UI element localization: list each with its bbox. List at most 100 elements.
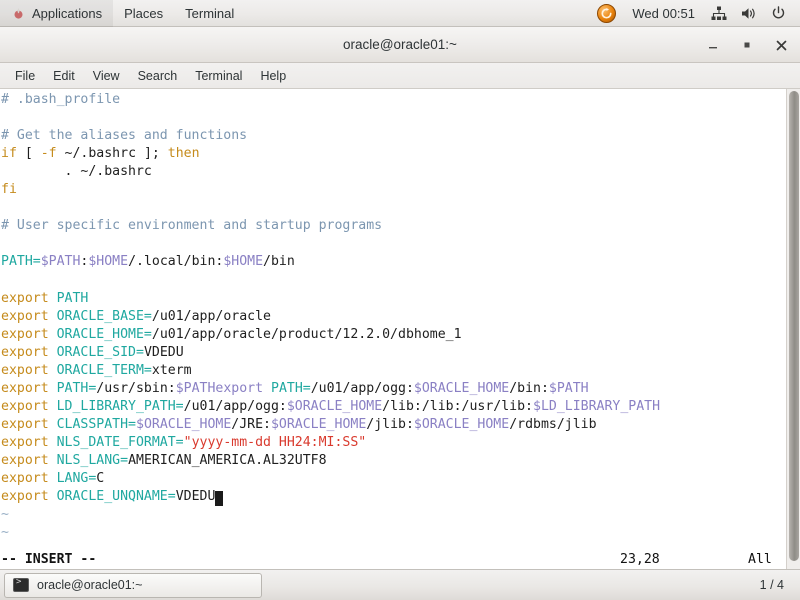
terminal-span: export	[1, 489, 49, 505]
window-title: oracle@oracle01:~	[343, 37, 457, 52]
terminal-span: ~	[1, 507, 9, 523]
terminal-line: export ORACLE_HOME=/u01/app/oracle/produ…	[1, 326, 786, 344]
menu-search-label: Search	[137, 68, 178, 83]
terminal-span: PATH=	[1, 254, 41, 270]
terminal-line: export NLS_LANG=AMERICAN_AMERICA.AL32UTF…	[1, 452, 786, 470]
terminal-line: export CLASSPATH=$ORACLE_HOME/JRE:$ORACL…	[1, 416, 786, 434]
terminal-span	[49, 345, 57, 360]
terminal-span: export	[1, 434, 49, 450]
menu-view[interactable]: View	[84, 63, 129, 89]
scrollbar-thumb[interactable]	[789, 91, 799, 561]
terminal-span: /JRE:	[231, 416, 271, 432]
terminal-span: AMERICAN_AMERICA.AL32UTF8	[128, 452, 327, 468]
terminal-span: ORACLE_TERM=	[56, 362, 152, 378]
terminal-span: $ORACLE_HOME	[286, 398, 383, 414]
terminal-span: then	[167, 146, 200, 162]
menu-file-label: File	[15, 68, 36, 83]
terminal-span: $ORACLE_HOME	[413, 416, 510, 432]
taskbar-window-button[interactable]: oracle@oracle01:~	[4, 572, 262, 598]
terminal-line: export ORACLE_SID=VDEDU	[1, 344, 786, 362]
terminal-span: fi	[1, 182, 17, 198]
terminal-span: $LD_LIBRARY_PATH	[533, 398, 661, 414]
terminal-span: -f	[40, 146, 57, 162]
terminal-line: export LD_LIBRARY_PATH=/u01/app/ogg:$ORA…	[1, 398, 786, 416]
terminal-area: # .bash_profile # Get the aliases and fu…	[0, 89, 800, 569]
terminal-span: PATH=	[271, 380, 311, 396]
terminal-scrollbar[interactable]	[786, 89, 800, 569]
clock-label: Wed 00:51	[632, 5, 695, 21]
network-icon[interactable]	[705, 0, 733, 27]
menubar: File Edit View Search Terminal Help	[0, 63, 800, 89]
terminal-text-buffer[interactable]: # .bash_profile # Get the aliases and fu…	[0, 89, 786, 569]
terminal-span: $PATH	[548, 380, 589, 396]
terminal-span: $ORACLE_HOME	[136, 416, 232, 432]
terminal-span: export	[1, 380, 49, 396]
terminal-line: PATH=$PATH:$HOME/.local/bin:$HOME/bin	[1, 253, 786, 271]
terminal-span	[49, 471, 57, 486]
panel-menu-terminal[interactable]: Terminal	[174, 0, 245, 27]
minimize-button[interactable]	[704, 36, 722, 54]
clock[interactable]: Wed 00:51	[624, 0, 703, 27]
terminal-span: ORACLE_HOME=	[56, 326, 152, 342]
menu-file[interactable]: File	[6, 63, 44, 89]
terminal-span: VDEDU	[175, 489, 216, 505]
terminal-span: /u01/app/ogg:	[183, 398, 287, 414]
terminal-line: fi	[1, 181, 786, 199]
terminal-span: . ~/.bashrc	[1, 164, 152, 180]
terminal-window: oracle@oracle01:~ File Edit View Search …	[0, 27, 800, 569]
gnome-top-panel: Applications Places Terminal Wed 00:51	[0, 0, 800, 27]
terminal-span: $ORACLE_HOME	[270, 416, 367, 432]
power-icon[interactable]	[765, 0, 792, 27]
workspace-label: 1 / 4	[759, 578, 784, 592]
terminal-span: $PATH	[40, 254, 81, 270]
panel-tray: Wed 00:51	[591, 0, 800, 27]
panel-menu-applications[interactable]: Applications	[0, 0, 114, 27]
vim-status-line: -- INSERT -- 23,28 All	[0, 550, 800, 569]
terminal-span: xterm	[151, 362, 192, 378]
terminal-line: export LANG=C	[1, 470, 786, 488]
terminal-span	[263, 381, 271, 396]
terminal-span: LANG=	[56, 470, 97, 486]
software-update-button[interactable]	[591, 0, 622, 27]
menu-search[interactable]: Search	[129, 63, 187, 89]
terminal-span: export	[1, 398, 49, 414]
menu-terminal[interactable]: Terminal	[186, 63, 251, 89]
panel-menu-places[interactable]: Places	[113, 0, 174, 27]
terminal-span	[49, 363, 57, 378]
menu-help[interactable]: Help	[251, 63, 295, 89]
terminal-line: export PATH	[1, 290, 786, 308]
vim-mode-indicator: -- INSERT --	[1, 552, 97, 567]
terminal-span	[49, 327, 57, 342]
terminal-span: ~/.bashrc ];	[56, 146, 168, 162]
terminal-line: export ORACLE_UNQNAME=VDEDU	[1, 488, 786, 507]
workspace-switcher[interactable]: 1 / 4	[754, 578, 796, 592]
terminal-span: PATH=	[56, 380, 97, 396]
close-button[interactable]	[772, 36, 790, 54]
terminal-span: if	[1, 146, 17, 162]
terminal-span: ~	[1, 525, 9, 541]
terminal-span: export	[1, 308, 49, 324]
terminal-span: /u01/app/ogg:	[310, 380, 414, 396]
terminal-span	[49, 453, 57, 468]
terminal-span: /u01/app/oracle/product/12.2.0/dbhome_1	[151, 326, 462, 342]
terminal-span: /.local/bin:	[128, 254, 224, 270]
terminal-span	[49, 291, 57, 306]
terminal-span: $HOME	[223, 254, 264, 270]
menu-help-label: Help	[260, 68, 287, 83]
terminal-span: C	[96, 470, 105, 486]
terminal-span: NLS_DATE_FORMAT=	[56, 434, 184, 450]
volume-icon[interactable]	[735, 0, 763, 27]
terminal-span	[49, 489, 57, 504]
terminal-line: if [ -f ~/.bashrc ]; then	[1, 145, 786, 163]
menu-edit[interactable]: Edit	[44, 63, 84, 89]
terminal-span: export	[1, 326, 49, 342]
maximize-button[interactable]	[738, 36, 756, 54]
terminal-span: /u01/app/oracle	[151, 308, 271, 324]
terminal-span: ORACLE_UNQNAME=	[56, 489, 176, 505]
terminal-span: ORACLE_SID=	[56, 344, 144, 360]
panel-menu-places-label: Places	[124, 5, 164, 21]
window-list-taskbar: oracle@oracle01:~ 1 / 4	[0, 569, 800, 600]
terminal-line: ~	[1, 506, 786, 524]
